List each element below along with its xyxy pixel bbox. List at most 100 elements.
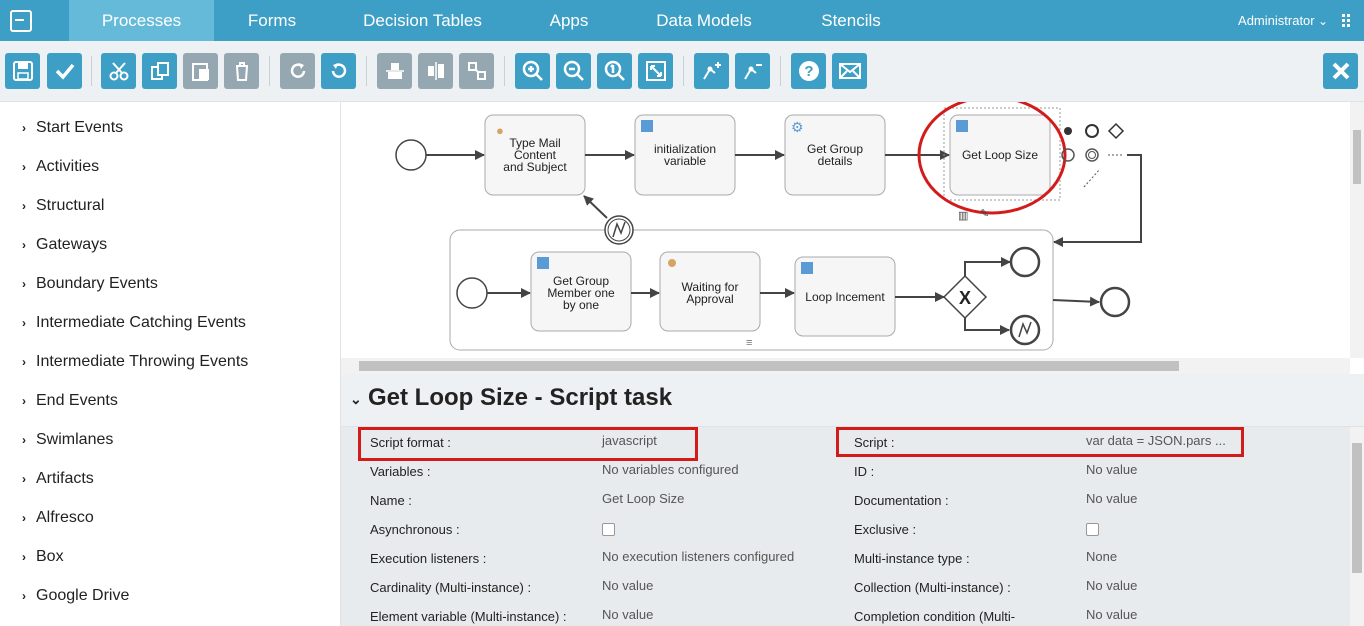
- prop-value-cardinality[interactable]: No value: [602, 578, 653, 593]
- prop-value-documentation[interactable]: No value: [1086, 491, 1137, 506]
- svg-text:variable: variable: [664, 154, 706, 168]
- exclusive-checkbox[interactable]: [1086, 523, 1099, 536]
- prop-value-completion-condition[interactable]: No value: [1086, 607, 1137, 622]
- palette-group-alfresco[interactable]: › Alfresco: [22, 509, 94, 527]
- palette-group-boundary-events[interactable]: › Boundary Events: [22, 275, 158, 293]
- zoom-in-icon[interactable]: [515, 53, 550, 89]
- zoom-actual-icon[interactable]: [597, 53, 632, 89]
- validate-check-icon[interactable]: [47, 53, 82, 89]
- prop-value-element-variable[interactable]: No value: [602, 607, 653, 622]
- svg-text:X: X: [959, 288, 971, 308]
- end-event[interactable]: [1099, 286, 1131, 318]
- palette-group-swimlanes[interactable]: › Swimlanes: [22, 431, 113, 449]
- palette-group-end-events[interactable]: › End Events: [22, 392, 118, 410]
- prop-label: Completion condition (Multi-: [854, 609, 1016, 624]
- zoom-fit-icon[interactable]: [638, 53, 673, 89]
- chevron-right-icon: ›: [22, 550, 26, 564]
- user-menu[interactable]: Administrator: [1238, 0, 1328, 42]
- align-vertical-icon[interactable]: [418, 53, 453, 89]
- save-icon[interactable]: [5, 53, 40, 89]
- bend-point-add-icon[interactable]: [694, 53, 729, 89]
- palette-group-intermediate-throwing-events[interactable]: › Intermediate Throwing Events: [22, 353, 248, 371]
- palette-group-label: Intermediate Catching Events: [36, 314, 246, 331]
- properties-scrollbar[interactable]: [1350, 427, 1364, 626]
- quick-intermediate-event-icon[interactable]: [1085, 148, 1099, 162]
- bend-point-remove-icon[interactable]: [735, 53, 770, 89]
- prop-value-multi-instance-type[interactable]: None: [1086, 549, 1117, 564]
- palette-group-label: Intermediate Throwing Events: [36, 353, 249, 370]
- palette-group-label: Boundary Events: [36, 275, 158, 292]
- quick-end-event-icon[interactable]: [1085, 124, 1099, 138]
- task-initialization-variable[interactable]: initialization variable: [634, 114, 736, 196]
- canvas-vertical-scrollbar[interactable]: [1350, 102, 1364, 358]
- start-event[interactable]: [395, 139, 427, 171]
- palette-group-gateways[interactable]: › Gateways: [22, 236, 107, 254]
- svg-text:?: ?: [804, 63, 813, 80]
- prop-value-id[interactable]: No value: [1086, 462, 1137, 477]
- canvas-horizontal-scrollbar[interactable]: [341, 358, 1350, 374]
- task-waiting-for-approval[interactable]: Waiting for Approval: [659, 251, 761, 332]
- task-get-loop-size[interactable]: Get Loop Size: [943, 107, 1061, 201]
- help-icon[interactable]: ?: [791, 53, 826, 89]
- undo-icon[interactable]: [321, 53, 356, 89]
- delete-icon[interactable]: [224, 53, 259, 89]
- subprocess-start-event[interactable]: [456, 277, 488, 309]
- palette-group-intermediate-catching-events[interactable]: › Intermediate Catching Events: [22, 314, 246, 332]
- paste-icon[interactable]: [183, 53, 218, 89]
- same-size-icon[interactable]: [459, 53, 494, 89]
- svg-text:Loop Incement: Loop Incement: [805, 290, 885, 304]
- properties-header[interactable]: ⌄ Get Loop Size - Script task: [341, 374, 1364, 427]
- chevron-down-icon[interactable]: ⌄: [350, 391, 362, 408]
- palette-group-label: Start Events: [36, 119, 124, 136]
- prop-value-collection[interactable]: No value: [1086, 578, 1137, 593]
- highlight-box-script: [836, 427, 1244, 457]
- grid-menu-icon[interactable]: [1342, 14, 1354, 27]
- quick-gateway-icon[interactable]: [1107, 122, 1125, 140]
- palette-group-google-drive[interactable]: › Google Drive: [22, 587, 129, 605]
- prop-value-execution-listeners[interactable]: No execution listeners configured: [602, 549, 794, 564]
- subprocess-end-event[interactable]: [1009, 246, 1041, 278]
- cut-icon[interactable]: [101, 53, 136, 89]
- task-get-group-member[interactable]: Get Group Member one by one: [530, 251, 632, 332]
- task-get-group-details[interactable]: ⚙ Get Group details: [784, 114, 886, 196]
- zoom-out-icon[interactable]: [556, 53, 591, 89]
- task-type-mail[interactable]: ● Type Mail Content and Subject: [484, 114, 586, 196]
- palette-group-box[interactable]: › Box: [22, 548, 64, 566]
- prop-label: Execution listeners :: [370, 551, 487, 566]
- morph-wrench-icon[interactable]: ✎: [980, 208, 989, 220]
- palette-group-label: Activities: [36, 158, 100, 175]
- prop-label: Variables :: [370, 464, 431, 479]
- prop-label: Name :: [370, 493, 412, 508]
- delete-shape-icon[interactable]: ▥: [958, 210, 968, 222]
- svg-text:details: details: [818, 154, 853, 168]
- chevron-right-icon: ›: [22, 394, 26, 408]
- process-canvas[interactable]: ● Type Mail Content and Subject initiali…: [341, 102, 1350, 358]
- gear-icon: ⚙: [791, 119, 804, 135]
- task-loop-increment[interactable]: Loop Incement: [794, 256, 896, 337]
- tab-apps[interactable]: Apps: [520, 0, 618, 41]
- copy-icon[interactable]: [142, 53, 177, 89]
- palette-group-start-events[interactable]: › Start Events: [22, 119, 123, 137]
- asynchronous-checkbox[interactable]: [602, 523, 615, 536]
- close-icon[interactable]: [1323, 53, 1358, 89]
- palette-group-artifacts[interactable]: › Artifacts: [22, 470, 94, 488]
- tab-forms[interactable]: Forms: [214, 0, 330, 41]
- palette-group-label: Gateways: [36, 236, 108, 253]
- tab-decision-tables[interactable]: Decision Tables: [345, 0, 500, 41]
- prop-label: Element variable (Multi-instance) :: [370, 609, 567, 624]
- feedback-mail-icon[interactable]: [832, 53, 867, 89]
- palette-group-label: Structural: [36, 197, 105, 214]
- tab-data-models[interactable]: Data Models: [636, 0, 772, 41]
- tab-stencils[interactable]: Stencils: [799, 0, 903, 41]
- quick-association-icon[interactable]: [1083, 168, 1101, 188]
- svg-text:and Subject: and Subject: [503, 160, 567, 174]
- align-horizontal-icon[interactable]: [377, 53, 412, 89]
- prop-value-variables[interactable]: No variables configured: [602, 462, 739, 477]
- quick-user-task-icon[interactable]: [1064, 127, 1072, 135]
- back-to-home-icon[interactable]: [0, 0, 41, 41]
- palette-group-structural[interactable]: › Structural: [22, 197, 104, 215]
- prop-value-name[interactable]: Get Loop Size: [602, 491, 684, 506]
- tab-processes[interactable]: Processes: [69, 0, 214, 47]
- palette-group-activities[interactable]: › Activities: [22, 158, 99, 176]
- redo-icon[interactable]: [280, 53, 315, 89]
